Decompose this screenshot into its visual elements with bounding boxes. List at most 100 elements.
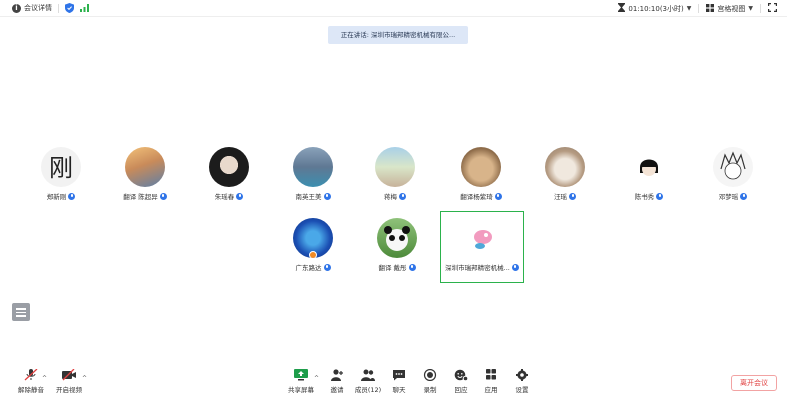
chevron-down-icon: ▼	[686, 5, 692, 12]
participant-name: 翻译 戴彤	[378, 264, 407, 272]
participant-tile[interactable]: 蒋梅	[355, 147, 435, 201]
mic-icon	[236, 192, 244, 200]
participant-name: 翻译 陈超异	[123, 193, 158, 201]
participant-tile[interactable]: 翻译 陈超异	[105, 147, 185, 201]
participant-name: 广东路达	[295, 264, 322, 272]
participant-tile[interactable]: 翻译杨紫琦	[441, 147, 521, 201]
mic-icon	[511, 263, 519, 271]
svg-text:刚: 刚	[49, 154, 73, 182]
participant-tile[interactable]: 广东路达	[273, 218, 353, 272]
participant-tile[interactable]: 朱瑶春	[189, 147, 269, 201]
gear-icon	[515, 369, 529, 381]
participant-tile[interactable]: 翻译 戴彤	[357, 218, 437, 272]
reactions-button[interactable]: 回应	[444, 369, 478, 394]
camera-off-icon	[62, 368, 76, 381]
participant-name: 邓梦瑶	[718, 193, 739, 201]
members-icon	[361, 369, 375, 381]
info-icon: i	[12, 3, 21, 13]
mic-icon	[323, 192, 331, 200]
avatar	[293, 147, 333, 187]
meeting-info-label: 会议详情	[24, 4, 52, 12]
settings-button[interactable]: 设置	[505, 369, 539, 394]
unmute-label: 解除静音	[18, 386, 44, 394]
participant-name: 南英王美	[295, 193, 322, 201]
add-user-icon	[330, 369, 344, 381]
share-screen-label: 共享屏幕	[288, 386, 314, 394]
participant-tile[interactable]: 南英王美	[273, 147, 353, 201]
participant-tile[interactable]: 陈书秀	[609, 147, 689, 201]
mic-icon	[656, 192, 664, 200]
mic-icon	[494, 192, 502, 200]
share-screen-icon	[294, 369, 308, 381]
chevron-up-icon[interactable]: ^	[82, 375, 87, 382]
avatar	[293, 218, 333, 258]
meeting-timer[interactable]: 01:10:10(3小时) ▼	[618, 3, 691, 14]
avatar	[209, 147, 249, 187]
chevron-up-icon[interactable]: ^	[314, 375, 319, 382]
speaking-banner: 正在讲话: 深圳市瑞邦精密机械有限公...	[328, 26, 468, 44]
record-button[interactable]: 录制	[413, 368, 447, 394]
chat-button[interactable]: 聊天	[382, 369, 416, 394]
mic-icon	[408, 263, 416, 271]
record-label: 录制	[423, 386, 437, 394]
timer-text: 01:10:10(3小时)	[628, 4, 684, 13]
invite-button[interactable]: 邀请	[320, 369, 354, 394]
apps-icon	[484, 369, 498, 381]
divider	[58, 3, 59, 13]
invite-label: 邀请	[330, 386, 344, 394]
start-video-label: 开启视频	[56, 386, 82, 394]
avatar	[545, 147, 585, 187]
fullscreen-icon[interactable]	[768, 3, 777, 14]
participant-tile[interactable]: 深圳市瑞邦精密机械...	[442, 218, 522, 272]
meeting-info-button[interactable]: i 会议详情	[12, 3, 52, 13]
hourglass-icon	[618, 3, 626, 14]
mic-icon	[740, 192, 748, 200]
view-switch-button[interactable]: 宫格视图 ▼	[706, 3, 753, 14]
members-label: 成员(12)	[354, 386, 382, 394]
avatar	[375, 147, 415, 187]
mic-icon	[68, 192, 76, 200]
participant-tile[interactable]: 汪瑶	[525, 147, 605, 201]
avatar	[461, 147, 501, 187]
microphone-muted-icon	[24, 368, 38, 381]
bottom-toolbar: 解除静音 ^ 开启视频 ^ 共享屏幕 ^ 邀请 成员(12) 聊天 录制 回应 …	[0, 368, 787, 400]
avatar	[125, 147, 165, 187]
top-bar: i 会议详情 01:10:10(3小时) ▼ 宫格视图 ▼	[0, 0, 787, 17]
divider	[698, 4, 700, 13]
apps-label: 应用	[484, 386, 498, 394]
divider	[760, 4, 761, 13]
signal-icon[interactable]	[80, 4, 89, 12]
chat-icon	[392, 369, 406, 381]
leave-meeting-button[interactable]: 离开会议	[731, 375, 777, 391]
grid-icon	[706, 3, 715, 14]
reactions-label: 回应	[454, 386, 468, 394]
record-icon	[423, 368, 437, 382]
participant-tile[interactable]: 刚 郑新刚	[21, 147, 101, 201]
avatar	[377, 218, 417, 258]
participant-tile[interactable]: 邓梦瑶	[693, 147, 773, 201]
share-screen-button[interactable]: 共享屏幕	[284, 369, 318, 394]
participant-name: 翻译杨紫琦	[460, 193, 493, 201]
avatar	[629, 147, 669, 187]
avatar	[462, 218, 502, 258]
participant-name: 蒋梅	[384, 193, 397, 201]
participant-name: 陈书秀	[634, 193, 655, 201]
shield-icon[interactable]	[65, 3, 74, 13]
chevron-down-icon: ▼	[748, 5, 753, 12]
participant-name: 汪瑶	[554, 193, 567, 201]
participant-name: 朱瑶春	[214, 193, 235, 201]
mic-icon	[323, 263, 331, 271]
start-video-button[interactable]: 开启视频	[52, 368, 86, 394]
list-icon	[16, 308, 26, 310]
participant-name: 深圳市瑞邦精密机械...	[445, 264, 510, 272]
avatar: 刚	[41, 147, 81, 187]
chevron-up-icon[interactable]: ^	[42, 375, 47, 382]
apps-button[interactable]: 应用	[474, 369, 508, 394]
mic-icon	[399, 192, 406, 200]
emoji-icon	[454, 369, 469, 382]
mic-icon	[159, 192, 167, 200]
view-label: 宫格视图	[717, 4, 746, 13]
members-button[interactable]: 成员(12)	[351, 369, 385, 394]
participant-list-toggle-button[interactable]	[12, 303, 30, 321]
host-badge	[309, 251, 317, 258]
